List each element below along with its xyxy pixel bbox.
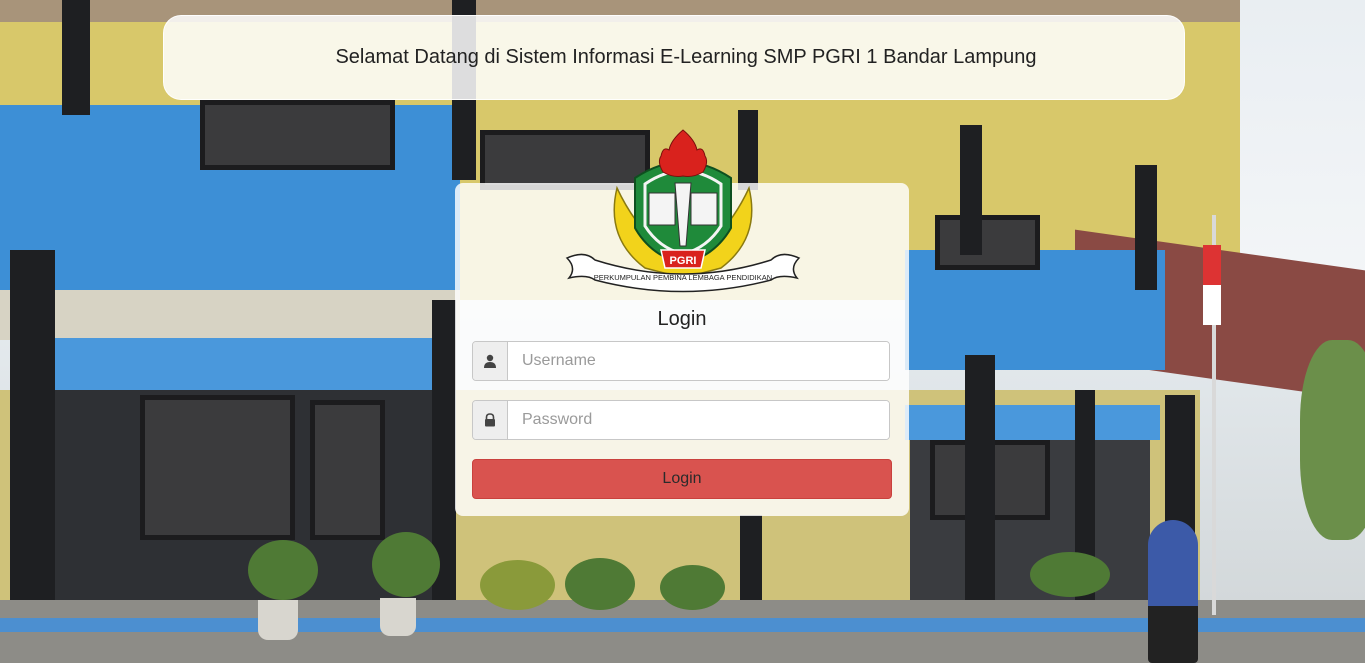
lock-icon	[473, 401, 508, 439]
username-input[interactable]	[508, 342, 889, 380]
login-title: Login	[657, 308, 707, 330]
logo-badge-text: PGRI	[670, 255, 697, 267]
welcome-header: Selamat Datang di Sistem Informasi E-Lea…	[163, 15, 1185, 100]
password-input-group	[472, 400, 890, 440]
pgri-logo: PGRI PERKUMPULAN PEMBINA LEMBAGA PENDIDI…	[565, 129, 801, 293]
login-button[interactable]: Login	[472, 459, 892, 499]
logo-ribbon-text: PERKUMPULAN PEMBINA LEMBAGA PENDIDIKAN	[594, 273, 772, 282]
password-input[interactable]	[508, 401, 889, 439]
user-icon	[473, 342, 508, 380]
username-input-group	[472, 341, 890, 381]
welcome-title: Selamat Datang di Sistem Informasi E-Lea…	[335, 46, 1037, 68]
